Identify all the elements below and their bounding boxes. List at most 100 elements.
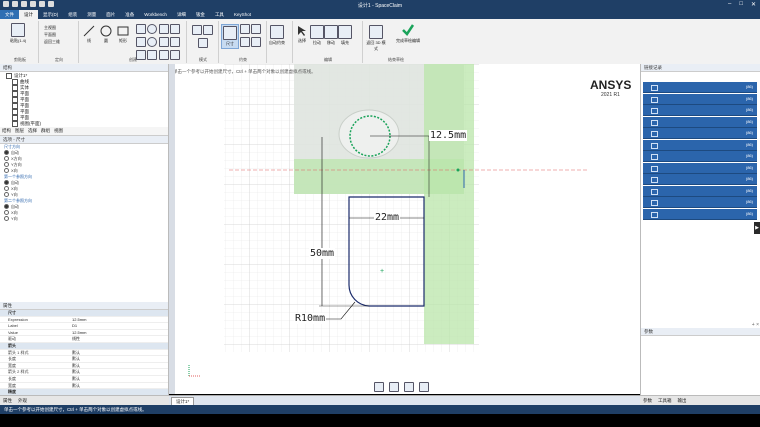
tab-design[interactable]: 设计 — [19, 10, 38, 19]
property-row[interactable]: Label D1 — [0, 323, 168, 330]
history-row[interactable]: (86) — [643, 82, 757, 93]
green-plane-strip — [294, 159, 464, 194]
front-view-item[interactable]: 主视图 — [44, 24, 60, 31]
fill-tool[interactable]: 填充 — [338, 25, 352, 46]
property-row[interactable]: 宽度 默认 — [0, 383, 168, 390]
tab-display[interactable]: 显示(D) — [38, 10, 63, 19]
auto-constraint-button[interactable]: 自动约束 — [269, 25, 285, 46]
tangent-constraint-icon[interactable] — [251, 37, 262, 47]
design-canvas[interactable]: + 单击一个参考以开始创建尺寸，Ctrl + 单击两个对象以创建虚拟点或线。 1… — [169, 64, 640, 394]
offset-icon[interactable] — [158, 37, 169, 47]
property-row[interactable]: 长度 默认 — [0, 376, 168, 383]
plan-view-item[interactable]: 平面图 — [44, 31, 60, 38]
slot-icon[interactable] — [169, 37, 180, 47]
tangent-arc-icon[interactable] — [147, 37, 158, 47]
polygon-icon[interactable] — [136, 24, 147, 34]
history-row[interactable]: (86) — [643, 139, 757, 151]
finish-sketch-button[interactable]: 完成草绘编辑 — [390, 23, 426, 44]
structure-tabs: 结构 图层 选择 群组 视图 — [0, 127, 168, 136]
property-row[interactable]: Expression 12.5mm — [0, 317, 168, 324]
move-tool[interactable]: 移动 — [324, 25, 338, 46]
minimize-icon[interactable]: – — [728, 1, 731, 8]
history-row[interactable]: (86) — [643, 128, 757, 139]
property-row[interactable]: 尺寸 — [0, 310, 168, 317]
rectangle-tool[interactable]: 矩形 — [117, 25, 129, 44]
section-mode-icon[interactable] — [203, 25, 214, 35]
tab-structure[interactable]: 结构 — [2, 128, 11, 134]
side-expand-arrow[interactable]: ▶ — [754, 222, 760, 234]
tab-prepare[interactable]: 准备 — [120, 10, 139, 19]
select-tool[interactable]: 选择 — [296, 25, 308, 44]
property-row[interactable]: 箭头 1 样式 默认 — [0, 350, 168, 357]
line-tool[interactable]: 线 — [83, 25, 95, 44]
svg-text:+: + — [380, 268, 384, 275]
property-value: 默认 — [72, 362, 80, 368]
ellipse-icon[interactable] — [147, 24, 158, 34]
properties-table: 尺寸 Expression 12.5mm Label D1 Value 12.5mm 驱动 线性… — [0, 310, 168, 403]
option-radio[interactable]: Y向 — [0, 216, 168, 222]
sketch-view[interactable]: + — [169, 64, 640, 394]
history-row[interactable]: (86) — [643, 174, 757, 185]
tab-selection[interactable]: 选择 — [28, 128, 37, 134]
coordinate-triad — [188, 364, 201, 377]
view-settings-icon[interactable] — [419, 382, 429, 392]
paste-button[interactable]: 粘贴(1.4) — [10, 23, 26, 44]
history-row[interactable]: (86) — [643, 208, 757, 220]
tab-layers[interactable]: 图层 — [15, 128, 24, 134]
return-3d-button[interactable]: 返回 3D 模式 — [366, 25, 386, 52]
tab-workbench[interactable]: Workbench — [139, 10, 172, 19]
history-count: (86) — [745, 130, 753, 135]
horizontal-constraint-icon[interactable] — [240, 24, 250, 34]
dim-label-r10[interactable]: R10mm — [294, 313, 327, 324]
tab-keyshot[interactable]: KeyShot — [229, 10, 256, 19]
property-row[interactable]: 驱动 线性 — [0, 336, 168, 343]
history-row[interactable]: (86) — [643, 116, 757, 128]
history-count: (86) — [745, 107, 753, 112]
dimension-button[interactable]: 尺寸 — [221, 24, 239, 49]
view-fit-icon[interactable] — [404, 382, 414, 392]
history-row[interactable]: (86) — [643, 151, 757, 162]
tab-measure[interactable]: 测量 — [82, 10, 101, 19]
rectangle-icon — [117, 26, 129, 36]
history-row[interactable]: (86) — [643, 105, 757, 116]
back-to-3d-item[interactable]: 返回三维 — [44, 38, 60, 45]
property-key: 宽度 — [8, 382, 16, 388]
coincident-constraint-icon[interactable] — [240, 37, 250, 47]
tab-detail[interactable]: 详细 — [172, 10, 191, 19]
parameters-panel: 参数 — [640, 328, 760, 395]
property-row[interactable]: 箭头 — [0, 342, 168, 350]
sketch-mode-icon[interactable] — [192, 25, 202, 35]
point-icon[interactable] — [136, 37, 147, 47]
property-row[interactable]: 箭头 2 样式 默认 — [0, 369, 168, 376]
close-icon[interactable]: ✕ — [751, 1, 756, 8]
checkmark-icon — [402, 24, 415, 36]
vertical-constraint-icon[interactable] — [251, 24, 262, 34]
tab-sheetmetal[interactable]: 钣金 — [191, 10, 210, 19]
maximize-icon[interactable]: □ — [739, 1, 743, 8]
property-row[interactable]: Value 12.5mm — [0, 330, 168, 337]
property-row[interactable]: 长度 默认 — [0, 356, 168, 363]
3d-mode-icon[interactable] — [197, 38, 208, 48]
tab-facets[interactable]: 面片 — [101, 10, 120, 19]
history-row[interactable]: (86) — [643, 162, 757, 174]
history-row[interactable]: (86) — [643, 93, 757, 105]
property-key: 宽度 — [8, 362, 16, 368]
dim-label-50[interactable]: 50mm — [309, 248, 336, 259]
tab-assembly[interactable]: 组装 — [63, 10, 82, 19]
circle-tool[interactable]: 圆 — [100, 25, 112, 44]
pull-tool[interactable]: 拉动 — [310, 25, 324, 46]
history-row[interactable]: (86) — [643, 197, 757, 208]
dim-label-12-5[interactable]: 12.5mm — [429, 130, 468, 141]
spline-icon[interactable] — [169, 24, 180, 34]
dim-label-22[interactable]: 22mm — [374, 212, 401, 223]
properties-title: 属性 — [0, 302, 168, 310]
tab-tools[interactable]: 工具 — [210, 10, 229, 19]
tab-file[interactable]: 文件 — [0, 10, 19, 19]
history-row[interactable]: (86) — [643, 185, 757, 197]
view-home-icon[interactable] — [374, 382, 384, 392]
tab-views[interactable]: 视图 — [54, 128, 63, 134]
arc-icon[interactable] — [158, 24, 169, 34]
history-item-icon — [651, 200, 658, 206]
tab-groups[interactable]: 群组 — [41, 128, 50, 134]
view-zoom-icon[interactable] — [389, 382, 399, 392]
